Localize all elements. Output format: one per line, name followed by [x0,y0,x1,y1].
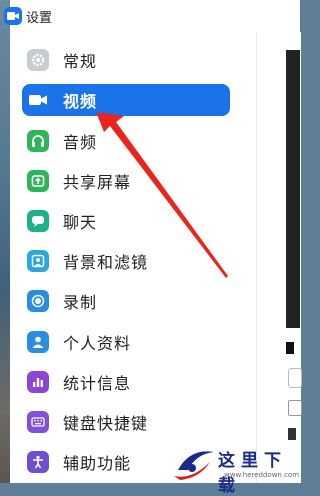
sidebar-item-label: 录制 [63,293,98,312]
sidebar-item-label: 聊天 [63,213,98,232]
sidebar-item-label: 共享屏幕 [63,173,132,192]
watermark-url: www.hereddown.com [224,471,300,479]
content-text-fragment [286,342,294,354]
settings-window: 设置 常规 视频 音频 共享屏幕 聊天 背景和滤镜 录制 个人资料 统计信息 键… [4,0,301,483]
camera-select[interactable] [288,368,302,388]
video-preview [286,50,300,328]
statistics-icon [27,371,49,393]
sidebar-item-profile[interactable]: 个人资料 [22,326,230,358]
sidebar-item-label: 视频 [63,92,98,111]
sidebar-item-chat[interactable]: 聊天 [22,205,230,237]
sidebar-item-recording[interactable]: 录制 [22,285,230,317]
sidebar-item-label: 辅助功能 [63,454,132,473]
keyboard-icon [27,411,49,433]
sidebar-item-share-screen[interactable]: 共享屏幕 [22,165,230,197]
sidebar-item-video[interactable]: 视频 [22,84,230,116]
headphones-icon [27,130,49,152]
sidebar-item-label: 音频 [63,133,98,152]
share-screen-icon [27,170,49,192]
zoom-app-icon [4,7,22,25]
profile-icon [27,331,49,353]
accessibility-icon [27,451,49,473]
option-checkbox[interactable] [288,400,302,416]
sidebar-item-statistics[interactable]: 统计信息 [22,366,230,398]
sidebar-item-background-filters[interactable]: 背景和滤镜 [22,245,230,277]
sidebar-item-label: 统计信息 [63,374,132,393]
chat-bubble-icon [27,210,49,232]
video-camera-icon [27,89,49,111]
sidebar-item-label: 键盘快捷键 [63,414,149,433]
sidebar-item-audio[interactable]: 音频 [22,125,230,157]
settings-sidebar: 常规 视频 音频 共享屏幕 聊天 背景和滤镜 录制 个人资料 统计信息 键盘快捷… [10,32,256,483]
sidebar-item-label: 个人资料 [63,334,132,353]
sidebar-item-label: 背景和滤镜 [63,253,149,272]
window-title: 设置 [26,10,53,26]
record-icon [27,290,49,312]
sidebar-item-keyboard-shortcuts[interactable]: 键盘快捷键 [22,406,230,438]
sidebar-item-general[interactable]: 常规 [22,44,230,76]
sidebar-item-label: 常规 [63,52,98,71]
content-text-fragment [288,428,296,440]
background-portrait-icon [27,250,49,272]
title-bar: 设置 [4,0,300,32]
gear-icon [27,49,49,71]
